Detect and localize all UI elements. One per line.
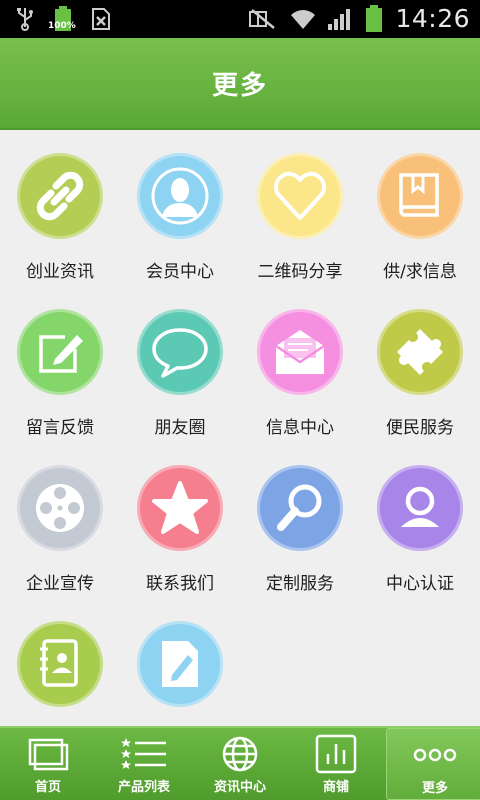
tab-news-center[interactable]: 资讯中心 bbox=[192, 728, 288, 800]
grid-item-label: 供/求信息 bbox=[383, 262, 457, 282]
menu-grid: 创业资讯 会员中心 二维码分享 供/求信息 留言反馈 朋友圈 信息中心 便民服务… bbox=[0, 130, 480, 726]
status-bar: 100% 14:26 bbox=[0, 0, 480, 38]
book-icon bbox=[377, 153, 463, 239]
grid-item-label: 留言反馈 bbox=[26, 418, 94, 438]
globe-icon bbox=[192, 734, 288, 774]
user-avatar-icon bbox=[377, 465, 463, 551]
grid-item-startup-news[interactable]: 创业资讯 bbox=[0, 130, 120, 286]
edit-note-icon bbox=[17, 309, 103, 395]
home-windows-icon bbox=[0, 734, 96, 774]
status-time: 14:26 bbox=[395, 4, 470, 33]
grid-item-member-center[interactable]: 会员中心 bbox=[120, 130, 240, 286]
grid-item-center-certification[interactable]: 中心认证 bbox=[360, 442, 480, 598]
grid-item-contact-us[interactable]: 联系我们 bbox=[120, 442, 240, 598]
grid-item-supply-demand[interactable]: 供/求信息 bbox=[360, 130, 480, 286]
grid-item-label: 创业资讯 bbox=[26, 262, 94, 282]
page-title: 更多 bbox=[211, 70, 268, 101]
heart-icon bbox=[257, 153, 343, 239]
grid-item-company-promo[interactable]: 企业宣传 bbox=[0, 442, 120, 598]
grid-item-label: 朋友圈 bbox=[154, 418, 206, 438]
envelope-icon bbox=[257, 309, 343, 395]
document-edit-icon bbox=[137, 621, 223, 707]
grid-item-label: 定制服务 bbox=[266, 574, 334, 594]
grid-item-moments[interactable]: 朋友圈 bbox=[120, 286, 240, 442]
title-bar: 更多 bbox=[0, 38, 480, 130]
grid-item-label: 联系我们 bbox=[146, 574, 214, 594]
puzzle-icon bbox=[377, 309, 463, 395]
tab-home[interactable]: 首页 bbox=[0, 728, 96, 800]
star-list-icon bbox=[96, 734, 192, 774]
grid-item-info-center[interactable]: 信息中心 bbox=[240, 286, 360, 442]
grid-item-feedback[interactable]: 留言反馈 bbox=[0, 286, 120, 442]
magnifier-icon bbox=[257, 465, 343, 551]
chat-bubble-icon bbox=[137, 309, 223, 395]
grid-item-qrcode-share[interactable]: 二维码分享 bbox=[240, 130, 360, 286]
grid-item-custom-service[interactable]: 定制服务 bbox=[240, 442, 360, 598]
grid-item-label: 会员中心 bbox=[146, 262, 214, 282]
contact-book-icon bbox=[17, 621, 103, 707]
tab-shop[interactable]: 商铺 bbox=[288, 728, 384, 800]
sim-card-icon bbox=[90, 6, 112, 32]
tab-label: 更多 bbox=[421, 781, 448, 796]
battery-percent-label: 100% bbox=[48, 21, 76, 31]
star-icon bbox=[137, 465, 223, 551]
grid-item-label: 二维码分享 bbox=[257, 262, 343, 282]
signal-icon bbox=[327, 6, 353, 32]
battery-icon bbox=[363, 4, 385, 32]
user-silhouette-icon bbox=[137, 153, 223, 239]
film-reel-icon bbox=[17, 465, 103, 551]
mute-icon bbox=[247, 6, 279, 32]
grid-item-label: 企业宣传 bbox=[26, 574, 94, 594]
more-dots-icon bbox=[387, 735, 480, 775]
tab-label: 商铺 bbox=[322, 780, 349, 795]
bottom-tab-bar: 首页 产品列表 资讯中心 商铺 更多 bbox=[0, 726, 480, 800]
tab-label: 资讯中心 bbox=[213, 780, 266, 795]
grid-item-label: 信息中心 bbox=[266, 418, 334, 438]
tab-label: 首页 bbox=[34, 780, 61, 795]
tab-more[interactable]: 更多 bbox=[386, 728, 480, 800]
grid-item-convenience-service[interactable]: 便民服务 bbox=[360, 286, 480, 442]
grid-item-label: 中心认证 bbox=[386, 574, 454, 594]
grid-item-label: 便民服务 bbox=[386, 418, 454, 438]
chain-link-icon bbox=[17, 153, 103, 239]
tab-product-list[interactable]: 产品列表 bbox=[96, 728, 192, 800]
battery-full-icon: 100% bbox=[48, 6, 76, 32]
usb-icon bbox=[14, 6, 36, 32]
tab-label: 产品列表 bbox=[117, 780, 170, 795]
bar-chart-icon bbox=[288, 734, 384, 774]
wifi-icon bbox=[289, 6, 317, 32]
